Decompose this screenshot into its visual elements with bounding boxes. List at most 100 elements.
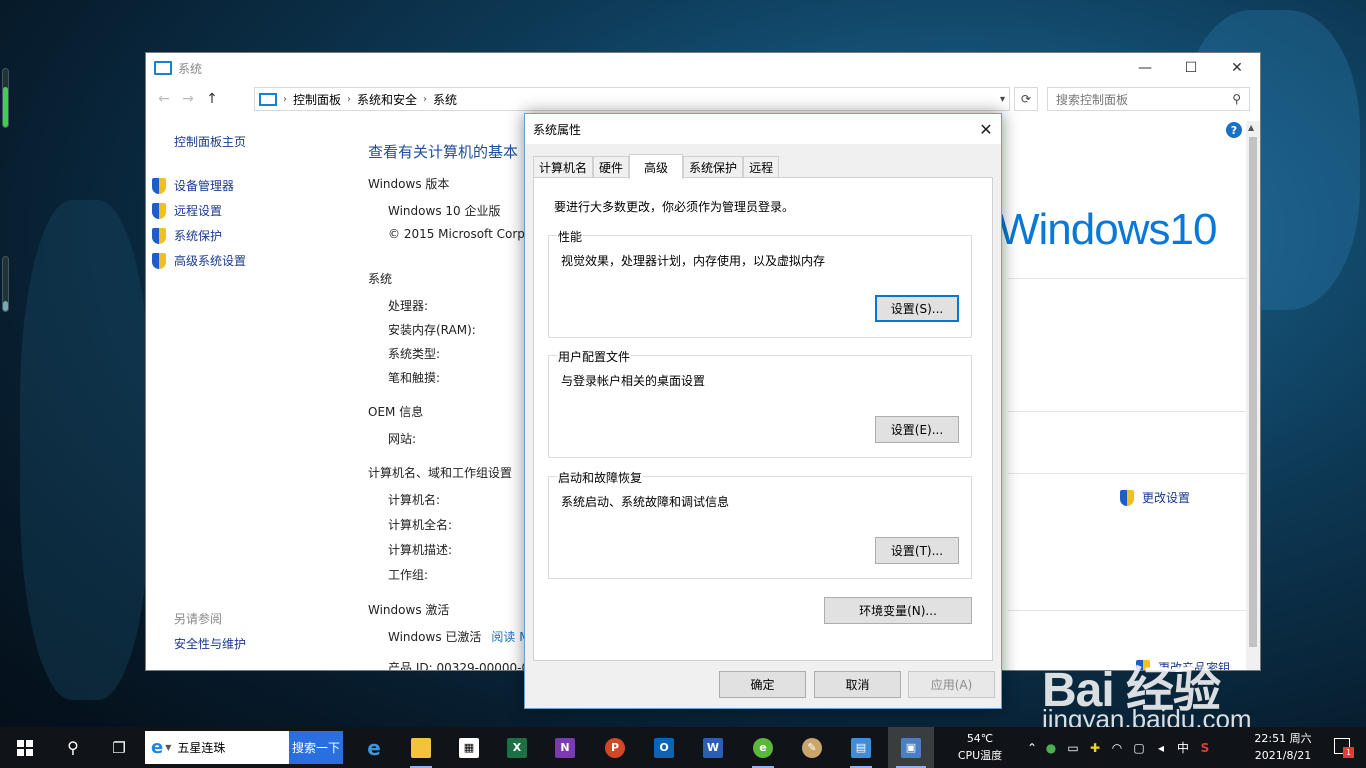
tab-hardware[interactable]: 硬件 (593, 156, 630, 178)
task-view-icon[interactable]: ❐ (100, 727, 138, 768)
scrollbar-thumb[interactable] (1249, 137, 1257, 647)
tab-system-protection[interactable]: 系统保护 (683, 156, 744, 178)
word-icon[interactable]: W (694, 727, 732, 768)
tab-computer-name[interactable]: 计算机名 (533, 156, 594, 178)
product-id: 产品 ID: 00329-00000-0 (388, 661, 530, 671)
battery-icon[interactable]: ▭ (1062, 741, 1084, 755)
dialog-close-button[interactable]: ✕ (971, 114, 1001, 144)
nav-system-protection[interactable]: 系统保护 (152, 223, 246, 248)
divider (1008, 278, 1248, 279)
edge-icon[interactable]: e (355, 727, 393, 768)
search-input[interactable]: 搜索控制面板 ⚲ (1047, 87, 1250, 111)
security-maintenance-link[interactable]: 安全性与维护 (174, 635, 246, 652)
tab-remote[interactable]: 远程 (743, 156, 780, 178)
field-label: 工作组: (388, 568, 429, 582)
powerpoint-icon[interactable]: P (596, 727, 634, 768)
breadcrumb-chevron-icon[interactable]: › (423, 94, 427, 105)
group-label: 性能 (557, 228, 584, 245)
vertical-scrollbar[interactable]: ▲ (1246, 121, 1260, 670)
field-label: 计算机名: (388, 493, 441, 507)
tab-advanced[interactable]: 高级 (629, 154, 684, 179)
windows10-logo: Windows10 (998, 205, 1217, 254)
taskbar-search-button[interactable]: 搜索一下 (289, 731, 343, 764)
breadcrumb-chevron-icon[interactable]: › (347, 94, 351, 105)
start-button[interactable] (6, 727, 44, 768)
field-label: 系统类型: (388, 347, 441, 361)
nav-device-manager[interactable]: 设备管理器 (152, 173, 246, 198)
up-icon[interactable]: ↑ (200, 91, 224, 107)
breadcrumb-chevron-icon[interactable]: › (283, 94, 287, 105)
divider (1008, 473, 1248, 474)
user-profiles-group: 用户配置文件 与登录帐户相关的桌面设置 设置(E)... (548, 348, 972, 458)
scroll-up-icon[interactable]: ▲ (1248, 123, 1254, 132)
notification-center-icon[interactable]: 1 (1334, 738, 1354, 758)
control-panel-icon[interactable]: ▤ (842, 727, 880, 768)
close-button[interactable]: ✕ (1214, 53, 1260, 83)
file-explorer-icon[interactable] (402, 727, 440, 768)
apply-button[interactable]: 应用(A) (908, 671, 995, 698)
address-bar[interactable]: › 控制面板 › 系统和安全 › 系统 ▾ (254, 87, 1010, 111)
system-icon (154, 61, 172, 75)
green-status-icon[interactable]: ● (1040, 741, 1062, 755)
wifi-icon[interactable]: ◠ (1106, 741, 1128, 755)
outlook-icon[interactable]: O (645, 727, 683, 768)
chevron-up-icon[interactable]: ⌃ (1024, 741, 1040, 755)
ok-button[interactable]: 确定 (719, 671, 806, 698)
back-icon[interactable]: ← (152, 91, 176, 107)
startup-settings-button[interactable]: 设置(T)... (875, 537, 959, 564)
onenote-icon[interactable]: N (546, 727, 584, 768)
breadcrumb-item[interactable]: 系统和安全 (357, 91, 417, 108)
search-icon[interactable]: ⚲ (54, 727, 92, 768)
advanced-tab-panel: 要进行大多数更改，你必须作为管理员登录。 性能 视觉效果，处理器计划，内存使用，… (533, 177, 993, 661)
minimize-button[interactable]: — (1122, 53, 1168, 83)
refresh-button[interactable]: ⟳ (1014, 87, 1038, 111)
temperature-value: 54℃ (966, 732, 994, 745)
section-oem: OEM 信息 (368, 405, 424, 419)
breadcrumb-item[interactable]: 控制面板 (293, 91, 341, 108)
nav-label: 设备管理器 (174, 179, 235, 193)
field-label: 安装内存(RAM): (388, 323, 476, 337)
maximize-button[interactable]: ☐ (1168, 53, 1214, 83)
nav-advanced-settings[interactable]: 高级系统设置 (152, 248, 246, 273)
environment-variables-button[interactable]: 环境变量(N)... (824, 597, 972, 624)
nav-label: 高级系统设置 (174, 254, 247, 268)
chevron-down-icon[interactable]: ▾ (1000, 94, 1005, 105)
startup-recovery-group: 启动和故障恢复 系统启动、系统故障和调试信息 设置(T)... (548, 469, 972, 579)
taskbar-search-text: 五星连珠 (177, 741, 226, 755)
change-settings-link[interactable]: 更改设置 (1120, 489, 1190, 506)
browser-icon[interactable]: e (744, 727, 782, 768)
display-icon[interactable]: ▢ (1128, 741, 1150, 755)
taskbar: ⚲ ❐ e ▼ 五星连珠 搜索一下 e ▦ X N P O W e ✎ ▤ ▣ … (0, 727, 1366, 768)
forward-icon[interactable]: → (176, 91, 200, 107)
admin-note: 要进行大多数更改，你必须作为管理员登录。 (554, 200, 795, 214)
taskbar-search-box[interactable]: e ▼ 五星连珠 (145, 731, 289, 764)
field-label: 网站: (388, 432, 417, 446)
performance-settings-button[interactable]: 设置(S)... (875, 295, 959, 322)
cancel-button[interactable]: 取消 (814, 671, 901, 698)
tab-strip: 计算机名 硬件 高级 系统保护 远程 (533, 154, 780, 179)
user-profiles-settings-button[interactable]: 设置(E)... (875, 416, 959, 443)
paint-icon[interactable]: ✎ (793, 727, 831, 768)
divider (1008, 610, 1248, 611)
copyright-value: © 2015 Microsoft Corp (388, 227, 525, 241)
shield-icon (152, 227, 166, 244)
desktop-widget-gauge (2, 256, 9, 312)
group-description: 系统启动、系统故障和调试信息 (561, 495, 730, 509)
help-icon[interactable]: ? (1226, 122, 1242, 138)
volume-icon[interactable]: ◂ (1150, 741, 1172, 755)
sogou-ime-icon[interactable]: S (1194, 741, 1216, 755)
breadcrumb-item[interactable]: 系统 (433, 91, 457, 108)
control-panel-home-link[interactable]: 控制面板主页 (174, 133, 246, 150)
clock[interactable]: 22:51 周六 2021/8/21 (1250, 730, 1316, 764)
add-icon[interactable]: ✚ (1084, 741, 1106, 755)
store-icon[interactable]: ▦ (450, 727, 488, 768)
section-activation: Windows 激活 (368, 603, 450, 617)
system-window-task[interactable]: ▣ (888, 727, 934, 768)
excel-icon[interactable]: X (498, 727, 536, 768)
nav-remote-settings[interactable]: 远程设置 (152, 198, 246, 223)
control-panel-icon (259, 92, 277, 106)
section-system: 系统 (368, 272, 393, 286)
temperature-label: CPU温度 (957, 749, 1003, 762)
ime-indicator[interactable]: 中 (1172, 739, 1194, 756)
notification-badge: 1 (1343, 747, 1354, 758)
